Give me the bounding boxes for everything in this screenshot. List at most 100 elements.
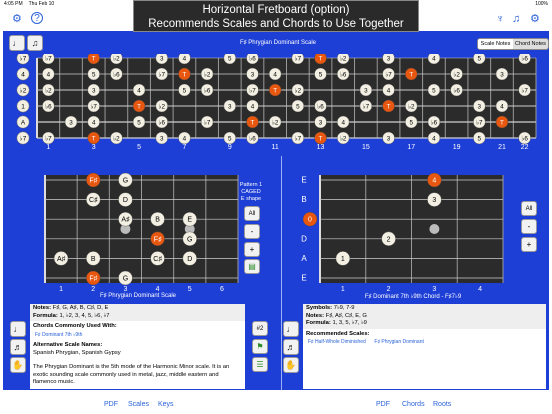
note-degree-label: ♭7 bbox=[476, 119, 483, 126]
open-string-label: 4 bbox=[21, 71, 25, 78]
left-hand-button[interactable]: ✋ bbox=[10, 357, 26, 373]
open-string-label: A bbox=[21, 119, 26, 126]
note-degree-label: T bbox=[137, 103, 141, 110]
right-minus-button[interactable]: - bbox=[521, 219, 537, 234]
left-panel-caption: F♯ Phrygian Dominant Scale bbox=[99, 293, 177, 299]
string-name-label: A bbox=[301, 254, 307, 263]
note-label: B bbox=[155, 217, 160, 224]
note-degree-label: 4 bbox=[183, 55, 187, 62]
note-degree-label: ♭6 bbox=[204, 87, 211, 94]
note-label: G bbox=[187, 236, 192, 243]
note-degree-label: T bbox=[387, 103, 391, 110]
note-degree-label: T bbox=[319, 55, 323, 62]
chord-chip[interactable]: F♯ Dominant 7th ♭9th bbox=[33, 332, 84, 340]
open-string-label: 1 bbox=[21, 103, 25, 110]
note-label: C♯ bbox=[89, 197, 98, 204]
note-view-icon: ▤ bbox=[248, 262, 256, 271]
left-pdf-tab[interactable]: PDF bbox=[104, 401, 118, 408]
note-degree-label: T bbox=[319, 135, 323, 142]
scales-tab[interactable]: Scales bbox=[128, 401, 149, 408]
right-note-button[interactable]: ♩ bbox=[283, 321, 299, 337]
note-degree-label: 3 bbox=[160, 135, 164, 142]
left-plus-button[interactable]: + bbox=[244, 242, 260, 257]
right-all-button[interactable]: All bbox=[521, 201, 537, 216]
right-sound-button[interactable]: ♬ bbox=[283, 339, 299, 355]
note-degree-label: 5 bbox=[478, 55, 482, 62]
note-degree-label: 5 bbox=[319, 71, 323, 78]
note-degree-label: ♭7 bbox=[385, 71, 392, 78]
alt-names-value: Spanish Phrygian, Spanish Gypsy bbox=[33, 349, 121, 356]
music-note-icon: ♬ bbox=[286, 342, 296, 352]
fret-inlay bbox=[429, 224, 440, 234]
note-degree-label: 3 bbox=[387, 55, 391, 62]
note-degree-label: ♭7 bbox=[295, 135, 302, 142]
note-degree-label: ♭7 bbox=[159, 71, 166, 78]
fret-number: 5 bbox=[188, 286, 192, 291]
chords-tab[interactable]: Chords bbox=[402, 401, 425, 408]
left-minus-button[interactable]: - bbox=[244, 224, 260, 239]
help-icon[interactable]: ? bbox=[31, 12, 43, 24]
quarter-note-icon: ♩ bbox=[12, 38, 22, 48]
scale-notes-value: F♯, G, A♯, B, C♯, D, E bbox=[52, 305, 109, 311]
scale-notes-tab[interactable]: Scale Notes bbox=[478, 39, 513, 49]
note-label: 4 bbox=[432, 178, 436, 185]
hand-icon: ✋ bbox=[12, 359, 24, 370]
fret-number: 17 bbox=[407, 144, 415, 151]
note-label: D bbox=[187, 256, 192, 263]
left-all-button[interactable]: All bbox=[244, 206, 260, 221]
fret-number: 11 bbox=[272, 144, 279, 151]
green-flag-button[interactable]: ⚑ bbox=[252, 339, 268, 354]
roots-tab[interactable]: Roots bbox=[433, 401, 451, 408]
left-note-view-button[interactable]: ▤ bbox=[244, 259, 260, 274]
tuning-fork-icon[interactable]: ♆ bbox=[496, 13, 504, 25]
green-list-button[interactable]: ☰ bbox=[252, 357, 268, 372]
note-label: A♯ bbox=[57, 256, 66, 263]
note-degree-label: 5 bbox=[296, 103, 300, 110]
quarter-note-icon: ♩ bbox=[286, 324, 296, 334]
gear-icon[interactable]: ⚙ bbox=[12, 13, 22, 25]
note-degree-label: ♭7 bbox=[295, 55, 302, 62]
note-degree-label: ♭6 bbox=[249, 135, 256, 142]
note-label: B bbox=[91, 256, 96, 263]
note-degree-label: 3 bbox=[92, 87, 96, 94]
status-time: 4:05 PM bbox=[4, 1, 23, 7]
note-degree-label: ♭6 bbox=[113, 71, 120, 78]
note-degree-label: 3 bbox=[478, 103, 482, 110]
fret-number: 22 bbox=[521, 144, 529, 151]
note-degree-label: ♭7 bbox=[90, 103, 97, 110]
left-sound-button[interactable]: ♬ bbox=[10, 339, 26, 355]
right-fretboard[interactable]: 4 3 0 2 1 1 2 3 4 E B D A E bbox=[298, 171, 508, 291]
chord-notes-tab[interactable]: Chord Notes bbox=[513, 39, 548, 49]
note-degree-label: T bbox=[500, 119, 504, 126]
notes-label: Notes: bbox=[33, 305, 52, 311]
fret-number: 6 bbox=[220, 286, 224, 291]
eighth-notes-button[interactable]: ♫ bbox=[27, 35, 43, 51]
note-degree-label: 5 bbox=[228, 55, 232, 62]
bottom-tab-bar: PDF Scales Keys PDF Chords Roots bbox=[0, 390, 552, 414]
fret-number: 21 bbox=[498, 144, 506, 151]
horizontal-fretboard[interactable]: ♭7 4 ♭2 1 A ♭7 ♭7 T ♭2 3 4 5 ♭6 ♭7 T ♭2 3 4 5 ♭6 4 5 ♭6 ♭7 T ♭2 3 4… bbox=[11, 54, 541, 164]
note-degree-label: ♭6 bbox=[521, 135, 528, 142]
keys-tab[interactable]: Keys bbox=[158, 401, 174, 408]
scale-chip-phrygian[interactable]: F♯ Phrygian Dominant bbox=[372, 339, 425, 347]
note-degree-label: 4 bbox=[432, 55, 436, 62]
eighth-notes-icon: ♫ bbox=[31, 38, 39, 48]
right-pdf-tab[interactable]: PDF bbox=[376, 401, 390, 408]
sharp-two-button[interactable]: #2 bbox=[252, 321, 268, 336]
scale-chip-diminished[interactable]: F♯ Half-Whole Diminished bbox=[306, 339, 368, 347]
note-degree-label: ♭2 bbox=[272, 119, 279, 126]
right-hand-button[interactable]: ✋ bbox=[283, 357, 299, 373]
right-plus-button[interactable]: + bbox=[521, 237, 537, 252]
settings-icon[interactable]: ⚙ bbox=[530, 13, 540, 25]
note-degree-label: 5 bbox=[432, 87, 436, 94]
left-note-button[interactable]: ♩ bbox=[10, 321, 26, 337]
quarter-note-button[interactable]: ♩ bbox=[9, 35, 25, 51]
scale-chord-toggle[interactable]: Scale Notes Chord Notes bbox=[477, 38, 549, 50]
metronome-icon[interactable]: ♫ bbox=[512, 13, 520, 25]
chord-notes-label: Notes: bbox=[306, 312, 325, 319]
left-fretboard[interactable]: F♯ G C♯ D A♯ B E F♯ G A♯ B C♯ D F♯ G 1 2 3 4 5 6 bbox=[33, 171, 243, 291]
music-note-icon: ♬ bbox=[13, 342, 23, 352]
fret-number: 15 bbox=[362, 144, 370, 151]
note-degree-label: 4 bbox=[137, 87, 141, 94]
note-degree-label: ♭6 bbox=[249, 55, 256, 62]
